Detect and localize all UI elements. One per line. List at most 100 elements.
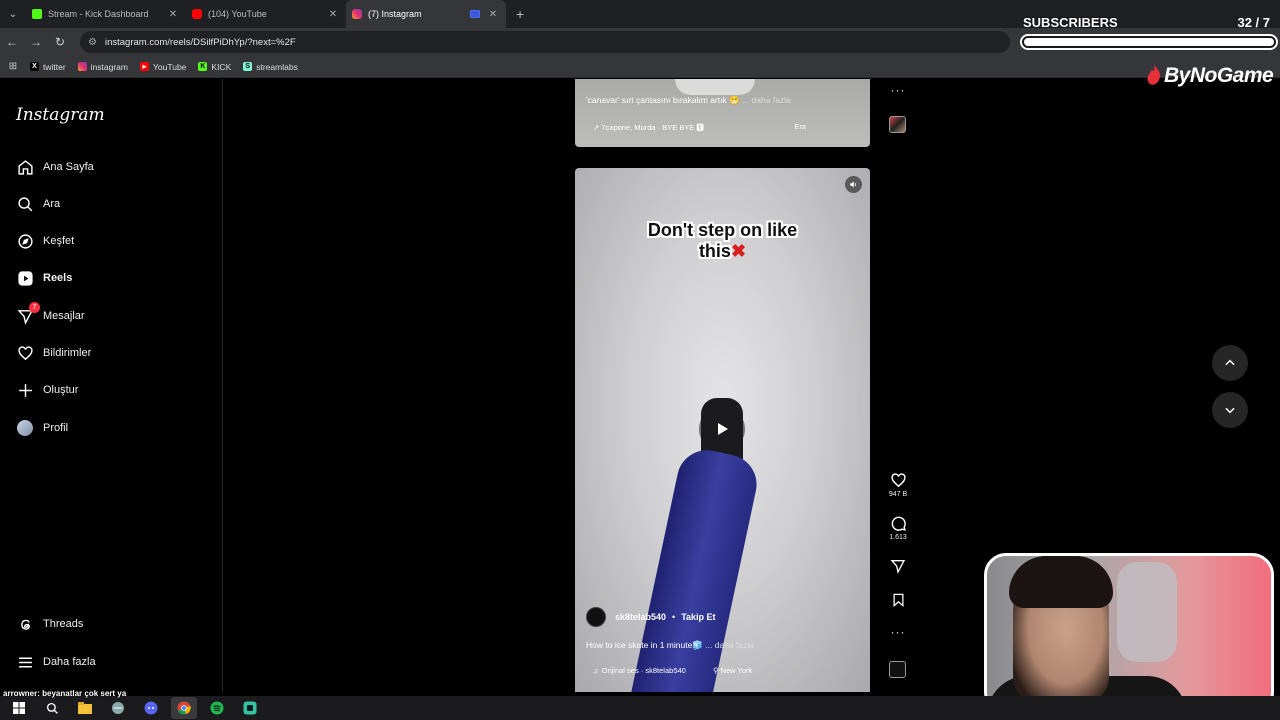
tab-youtube[interactable]: (104) YouTube ✕: [186, 0, 346, 28]
url-input[interactable]: ⚙ instagram.com/reels/DSilfPiDhYp/?next=…: [80, 31, 1010, 53]
tab-kick-dashboard[interactable]: Stream - Kick Dashboard ✕: [26, 0, 186, 28]
tab-label: (104) YouTube: [208, 9, 267, 19]
sidebar-item-reels[interactable]: Reels: [16, 266, 72, 290]
nav-label: Reels: [43, 272, 73, 284]
sidebar-item-explore[interactable]: Keşfet: [16, 229, 74, 253]
audio-thumbnail[interactable]: [889, 661, 906, 678]
previous-reel-more-options[interactable]: ···: [884, 83, 912, 97]
nav-label: Mesajlar: [43, 310, 85, 322]
current-reel-video[interactable]: Don't step on like this✖ sk8telab540 • T…: [575, 168, 870, 692]
tab-instagram[interactable]: (7) Instagram ✕: [346, 0, 506, 28]
comment-icon[interactable]: [890, 515, 907, 532]
reel-thumbnail-shape: [675, 79, 755, 95]
youtube-icon: ▶: [140, 62, 149, 71]
bynogame-flame-icon: [1147, 65, 1161, 85]
windows-start-icon[interactable]: [6, 697, 32, 719]
discord-icon[interactable]: [138, 697, 164, 719]
bookmark-label: KICK: [211, 61, 232, 72]
reload-icon[interactable]: ↻: [48, 35, 72, 49]
reel-overlay-text: Don't step on like this✖: [575, 220, 870, 262]
previous-reel-audio[interactable]: ↗ 7capone, Murda · BYE BYE 🅴: [593, 122, 704, 133]
heart-icon: [16, 344, 34, 362]
bookmark-instagram[interactable]: instagram: [77, 62, 128, 72]
site-info-icon[interactable]: ⚙: [88, 37, 97, 48]
more-options-action[interactable]: ···: [884, 625, 912, 639]
share-action[interactable]: [884, 558, 912, 574]
sidebar-item-threads[interactable]: Threads: [16, 612, 83, 636]
bookmark-icon[interactable]: [891, 592, 906, 608]
bookmark-label: YouTube: [153, 61, 187, 72]
bookmark-twitter[interactable]: X twitter: [30, 62, 66, 72]
chrome-icon[interactable]: [171, 697, 197, 719]
back-icon[interactable]: ←: [0, 35, 24, 49]
more-link[interactable]: ... daha fazla: [705, 640, 754, 650]
url-text: instagram.com/reels/DSilfPiDhYp/?next=%2…: [104, 36, 296, 48]
comment-action[interactable]: 1.613: [884, 515, 912, 541]
close-tab-icon[interactable]: ✕: [326, 9, 340, 20]
reels-icon: [16, 269, 34, 287]
sidebar-item-search[interactable]: Ara: [16, 192, 60, 216]
streamlabs-taskbar-icon[interactable]: [237, 697, 263, 719]
previous-reel-button[interactable]: [1212, 345, 1248, 381]
bookmark-youtube[interactable]: ▶ YouTube: [140, 62, 186, 72]
chat-message: arrowner: beyanatlar çok sert ya: [3, 689, 126, 698]
bookmark-streamlabs[interactable]: S streamlabs: [243, 62, 298, 72]
forward-icon[interactable]: →: [24, 35, 48, 49]
windows-taskbar: [0, 696, 1280, 720]
follow-button[interactable]: Takip Et: [681, 612, 715, 622]
file-explorer-icon[interactable]: [72, 697, 98, 719]
nav-label: Profil: [43, 422, 69, 434]
heart-icon[interactable]: [890, 472, 907, 489]
close-tab-icon[interactable]: ✕: [166, 9, 180, 20]
sidebar-item-messages[interactable]: 7 Mesajlar: [16, 302, 85, 328]
location-pin-icon: ⚲: [713, 666, 719, 675]
chat-text: : beyanatlar çok sert ya: [37, 689, 127, 698]
like-action[interactable]: 947 B: [884, 472, 912, 498]
bookmark-label: streamlabs: [256, 61, 298, 72]
save-action[interactable]: [884, 592, 912, 608]
tab-search-chevron-icon[interactable]: ⌄: [0, 0, 26, 28]
taskbar-search-icon[interactable]: [39, 697, 65, 719]
kick-icon: K: [198, 62, 208, 71]
subscribers-title: SUBSCRIBERS: [1023, 15, 1118, 30]
bynogame-logo: ByNoGame: [1146, 64, 1274, 88]
leg-shape: [625, 444, 763, 692]
author-username[interactable]: sk8telab540: [615, 612, 666, 622]
webcam-overlay: [984, 553, 1274, 714]
previous-reel[interactable]: 'canavar' sırt çantasını bırakalım artık…: [575, 79, 870, 147]
apps-grid-icon[interactable]: ⊞: [0, 61, 26, 72]
sidebar-item-notifications[interactable]: Bildirimler: [16, 341, 91, 365]
reel-location[interactable]: ⚲ New York: [713, 666, 752, 675]
more-dots-icon[interactable]: ···: [891, 83, 906, 97]
sidebar-item-profile[interactable]: Profil: [16, 416, 68, 440]
instagram-icon: [77, 62, 87, 71]
compass-icon: [16, 232, 34, 250]
bookmark-label: twitter: [43, 61, 66, 72]
sidebar-item-more[interactable]: Daha fazla: [16, 650, 96, 674]
new-tab-icon[interactable]: +: [516, 6, 524, 22]
bookmark-kick[interactable]: K KICK: [198, 62, 231, 72]
volume-icon[interactable]: [845, 176, 862, 193]
next-reel-button[interactable]: [1212, 392, 1248, 428]
reel-author: sk8telab540 • Takip Et: [586, 607, 716, 627]
nav-label: Keşfet: [43, 235, 75, 247]
subscribers-progress-bar: [1020, 34, 1278, 50]
reel-caption: How to ice skate in 1 minute🧊 ... daha f…: [586, 640, 754, 651]
sidebar-item-create[interactable]: Oluştur: [16, 378, 78, 402]
more-link[interactable]: ... daha fazla: [742, 95, 791, 105]
previous-reel-location[interactable]: Era: [794, 122, 806, 131]
app-icon[interactable]: [105, 697, 131, 719]
share-icon[interactable]: [890, 558, 906, 574]
chat-username: arrowner: [3, 689, 38, 698]
author-avatar[interactable]: [586, 607, 606, 627]
spotify-icon[interactable]: [204, 697, 230, 719]
more-dots-icon[interactable]: ···: [891, 625, 906, 639]
nav-label: Bildirimler: [43, 347, 92, 359]
close-tab-icon[interactable]: ✕: [486, 9, 500, 20]
instagram-logo[interactable]: Instagram: [16, 105, 105, 125]
reel-audio[interactable]: ♫ Orijinal ses · sk8telab540: [593, 666, 686, 675]
sidebar-item-home[interactable]: Ana Sayfa: [16, 155, 94, 179]
previous-audio-thumbnail[interactable]: [889, 116, 906, 133]
search-icon: [16, 195, 34, 213]
play-icon[interactable]: [699, 406, 745, 452]
